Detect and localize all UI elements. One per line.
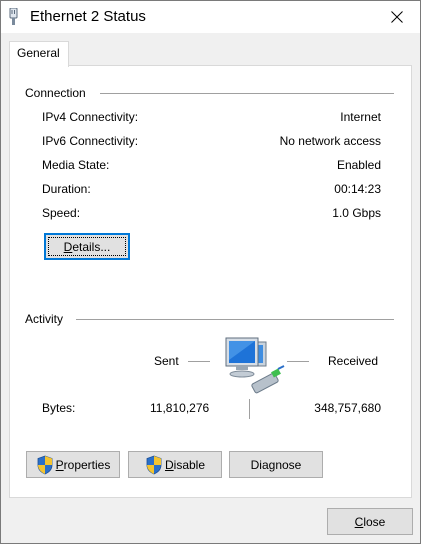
- close-button[interactable]: Close: [327, 508, 413, 535]
- properties-button-label: Properties: [55, 457, 111, 472]
- disable-button-label: Disable: [164, 457, 206, 472]
- shield-icon: [37, 455, 53, 474]
- bytes-sent-value: 11,810,276: [150, 401, 210, 415]
- connection-group-label: Connection: [25, 86, 86, 100]
- bytes-received-value: 348,757,680: [314, 401, 381, 415]
- network-computers-icon: [225, 337, 285, 394]
- close-button-label: Close: [354, 514, 386, 529]
- received-line: [287, 361, 309, 362]
- media-state-value: Enabled: [336, 158, 381, 172]
- shield-icon: [146, 455, 162, 474]
- activity-divider: [76, 319, 394, 320]
- connection-divider: [100, 93, 394, 94]
- disable-button[interactable]: Disable: [128, 451, 222, 478]
- ipv4-label: IPv4 Connectivity:: [42, 110, 139, 124]
- tab-general-label: General: [17, 46, 60, 60]
- media-state-label: Media State:: [42, 158, 110, 172]
- window-title: Ethernet 2 Status: [30, 8, 146, 25]
- general-panel: Connection IPv4 Connectivity: Internet I…: [9, 65, 412, 498]
- received-label: Received: [328, 354, 379, 368]
- diagnose-button-label: Diagnose: [250, 457, 302, 472]
- close-icon: [391, 11, 403, 23]
- close-window-button[interactable]: [374, 1, 420, 33]
- status-dialog: Ethernet 2 Status General Connection IPv…: [0, 0, 421, 544]
- speed-label: Speed:: [42, 206, 81, 220]
- ipv6-value: No network access: [279, 134, 381, 148]
- tab-general[interactable]: General: [9, 41, 69, 67]
- activity-group-label: Activity: [25, 312, 64, 326]
- sent-label: Sent: [154, 354, 179, 368]
- properties-button[interactable]: Properties: [26, 451, 120, 478]
- details-button[interactable]: Details...: [44, 233, 130, 260]
- network-adapter-icon: [9, 8, 18, 25]
- duration-label: Duration:: [42, 182, 91, 196]
- duration-value: 00:14:23: [334, 182, 381, 196]
- title-bar: Ethernet 2 Status: [1, 1, 420, 33]
- ipv6-label: IPv6 Connectivity:: [42, 134, 139, 148]
- speed-value: 1.0 Gbps: [332, 206, 381, 220]
- ipv4-value: Internet: [340, 110, 381, 124]
- bytes-label: Bytes:: [42, 401, 76, 415]
- focus-ring: [48, 237, 126, 256]
- diagnose-button[interactable]: Diagnose: [229, 451, 323, 478]
- activity-separator: [249, 399, 250, 419]
- sent-line: [188, 361, 210, 362]
